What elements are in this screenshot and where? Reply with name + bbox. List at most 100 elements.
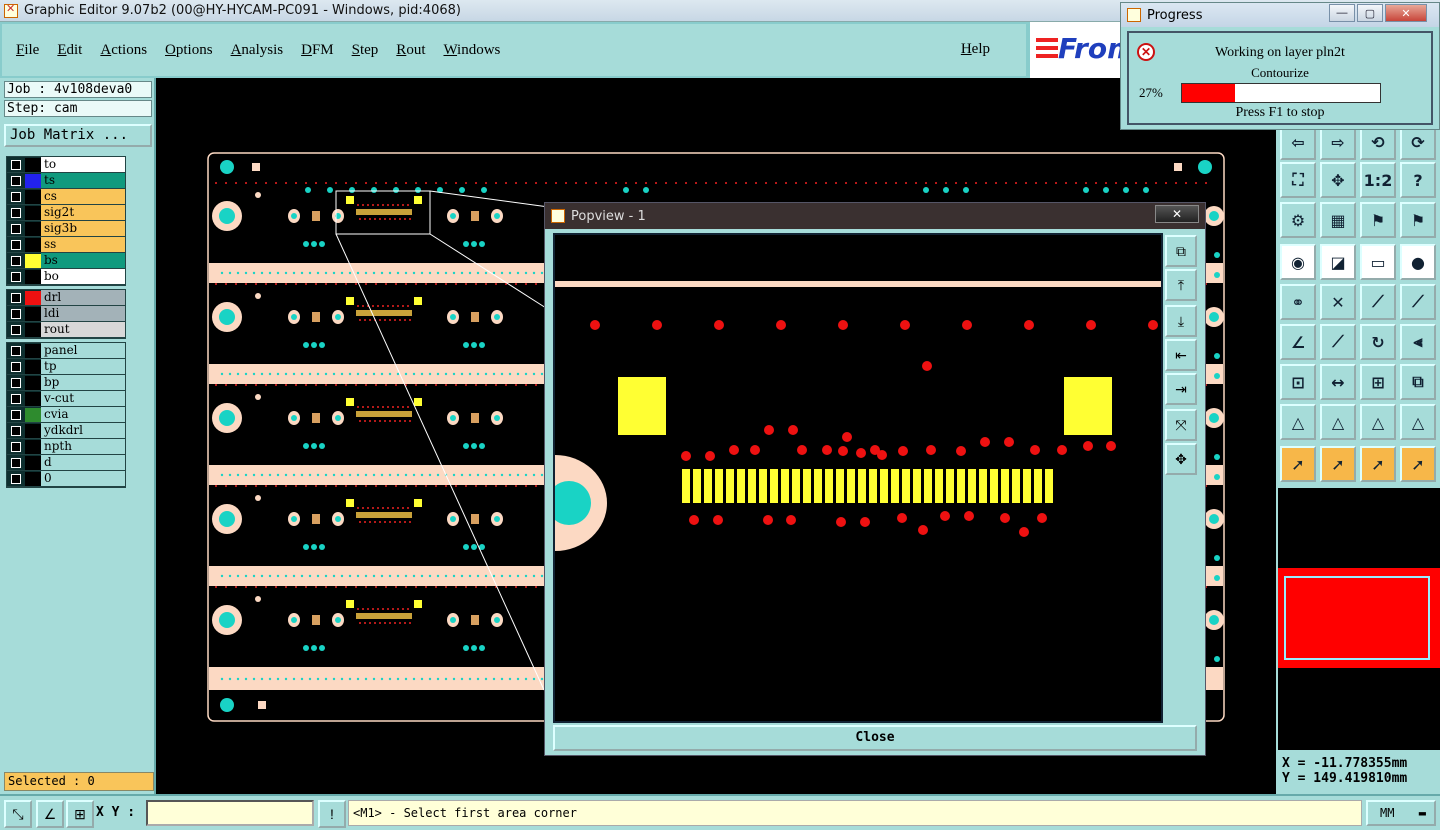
- fit-icon[interactable]: ⛶: [1280, 162, 1316, 198]
- layer-color-swatch[interactable]: [25, 290, 41, 305]
- layer-color-swatch[interactable]: [25, 157, 41, 172]
- view-pan-down-icon[interactable]: ⤓: [1165, 305, 1197, 337]
- settings-icon[interactable]: ⚙: [1280, 202, 1316, 238]
- layer-color-swatch[interactable]: [25, 237, 41, 252]
- layer-name[interactable]: drl: [41, 290, 125, 305]
- layer-color-swatch[interactable]: [25, 205, 41, 220]
- layer-row-bs[interactable]: bs: [7, 253, 125, 269]
- layer-checkbox[interactable]: [7, 173, 25, 189]
- layer-color-swatch[interactable]: [25, 221, 41, 236]
- select-icon[interactable]: ➚: [1280, 446, 1316, 482]
- copy-icon[interactable]: ⧉: [1400, 364, 1436, 400]
- measure-icon[interactable]: ▭: [1360, 244, 1396, 280]
- menu-actions[interactable]: Actions: [100, 42, 147, 59]
- layer-row-0[interactable]: 0: [7, 471, 125, 487]
- layer-row-drl[interactable]: drl: [7, 290, 125, 306]
- close-button[interactable]: ✕: [1385, 4, 1427, 22]
- view-fit-icon[interactable]: ⤧: [1165, 409, 1197, 441]
- dot-icon[interactable]: ●: [1400, 244, 1436, 280]
- layer-color-swatch[interactable]: [25, 189, 41, 204]
- layer-checkbox[interactable]: [7, 253, 25, 269]
- layer-color-swatch[interactable]: [25, 343, 41, 358]
- layer-row-v-cut[interactable]: v-cut: [7, 391, 125, 407]
- layer-color-swatch[interactable]: [25, 391, 41, 406]
- layer-checkbox[interactable]: [7, 391, 25, 407]
- view-zoom-icon[interactable]: ⧉: [1165, 235, 1197, 267]
- triangle-icon[interactable]: △: [1280, 404, 1316, 440]
- diagonal-icon[interactable]: ⟋: [1320, 324, 1356, 360]
- layer-checkbox[interactable]: [7, 237, 25, 253]
- maximize-button[interactable]: ▢: [1357, 4, 1383, 22]
- popview-close-icon[interactable]: ✕: [1155, 205, 1199, 223]
- feature-icon[interactable]: ⚑: [1360, 202, 1396, 238]
- layer-color-swatch[interactable]: [25, 253, 41, 268]
- menu-options[interactable]: Options: [165, 42, 213, 59]
- layer-row-npth[interactable]: npth: [7, 439, 125, 455]
- layer-row-panel[interactable]: panel: [7, 343, 125, 359]
- rotate-icon[interactable]: ↻: [1360, 324, 1396, 360]
- layer-checkbox[interactable]: [7, 375, 25, 391]
- layer-checkbox[interactable]: [7, 306, 25, 322]
- layer-checkbox[interactable]: [7, 343, 25, 359]
- layer-row-bp[interactable]: bp: [7, 375, 125, 391]
- layer-name[interactable]: rout: [41, 322, 125, 337]
- arc-alt-icon[interactable]: △: [1400, 404, 1436, 440]
- layer-row-d[interactable]: d: [7, 455, 125, 471]
- layer-checkbox[interactable]: [7, 189, 25, 205]
- layer-color-swatch[interactable]: [25, 322, 41, 337]
- layer-checkbox[interactable]: [7, 157, 25, 173]
- line-alt-icon[interactable]: ⟋: [1400, 284, 1436, 320]
- layer-color-swatch[interactable]: [25, 423, 41, 438]
- grid-mode-icon[interactable]: ⊞: [66, 800, 94, 828]
- units-dropdown[interactable]: MM ▬: [1366, 800, 1436, 826]
- layer-row-sig2t[interactable]: sig2t: [7, 205, 125, 221]
- layer-checkbox[interactable]: [7, 439, 25, 455]
- select-circle-icon[interactable]: ➚: [1360, 446, 1396, 482]
- snap-mode-icon[interactable]: ⤡: [4, 800, 32, 828]
- layer-name[interactable]: v-cut: [41, 391, 125, 406]
- feature-alt-icon[interactable]: ⚑: [1400, 202, 1436, 238]
- popview-close-button[interactable]: Close: [553, 725, 1197, 751]
- layer-row-ydkdrl[interactable]: ydkdrl: [7, 423, 125, 439]
- alert-icon[interactable]: !: [318, 800, 346, 828]
- layer-color-swatch[interactable]: [25, 359, 41, 374]
- view-pan-right-icon[interactable]: ⇥: [1165, 373, 1197, 405]
- layer-checkbox[interactable]: [7, 221, 25, 237]
- layer-row-ss[interactable]: ss: [7, 237, 125, 253]
- array-icon[interactable]: ⊞: [1360, 364, 1396, 400]
- layer-checkbox[interactable]: [7, 407, 25, 423]
- line-icon[interactable]: ⟋: [1360, 284, 1396, 320]
- layer-color-swatch[interactable]: [25, 306, 41, 321]
- layer-name[interactable]: sig2t: [41, 205, 125, 220]
- angle-icon[interactable]: ∠: [1280, 324, 1316, 360]
- layer-row-tp[interactable]: tp: [7, 359, 125, 375]
- job-matrix-button[interactable]: Job Matrix ...: [4, 124, 152, 147]
- view-pan-left-icon[interactable]: ⇤: [1165, 339, 1197, 371]
- menu-windows[interactable]: Windows: [443, 42, 500, 59]
- layer-row-ts[interactable]: ts: [7, 173, 125, 189]
- menu-edit[interactable]: Edit: [57, 42, 82, 59]
- pad-icon[interactable]: ◉: [1280, 244, 1316, 280]
- layer-checkbox[interactable]: [7, 205, 25, 221]
- menu-rout[interactable]: Rout: [396, 42, 425, 59]
- layer-name[interactable]: 0: [41, 471, 125, 486]
- angle-mode-icon[interactable]: ∠: [36, 800, 64, 828]
- layer-name[interactable]: to: [41, 157, 125, 172]
- menu-file[interactable]: File: [16, 42, 39, 59]
- layer-name[interactable]: bs: [41, 253, 125, 268]
- layer-name[interactable]: tp: [41, 359, 125, 374]
- layer-name[interactable]: d: [41, 455, 125, 470]
- layer-color-swatch[interactable]: [25, 173, 41, 188]
- layer-color-swatch[interactable]: [25, 375, 41, 390]
- select-box-icon[interactable]: ➚: [1320, 446, 1356, 482]
- layer-checkbox[interactable]: [7, 269, 25, 285]
- pan-icon[interactable]: ✥: [1320, 162, 1356, 198]
- layer-name[interactable]: sig3b: [41, 221, 125, 236]
- menu-analysis[interactable]: Analysis: [231, 42, 284, 59]
- xy-input[interactable]: [146, 800, 314, 826]
- view-pan-up-icon[interactable]: ⤒: [1165, 269, 1197, 301]
- menu-step[interactable]: Step: [352, 42, 379, 59]
- layer-checkbox[interactable]: [7, 423, 25, 439]
- net-icon[interactable]: ⚭: [1280, 284, 1316, 320]
- stretch-icon[interactable]: ↔: [1320, 364, 1356, 400]
